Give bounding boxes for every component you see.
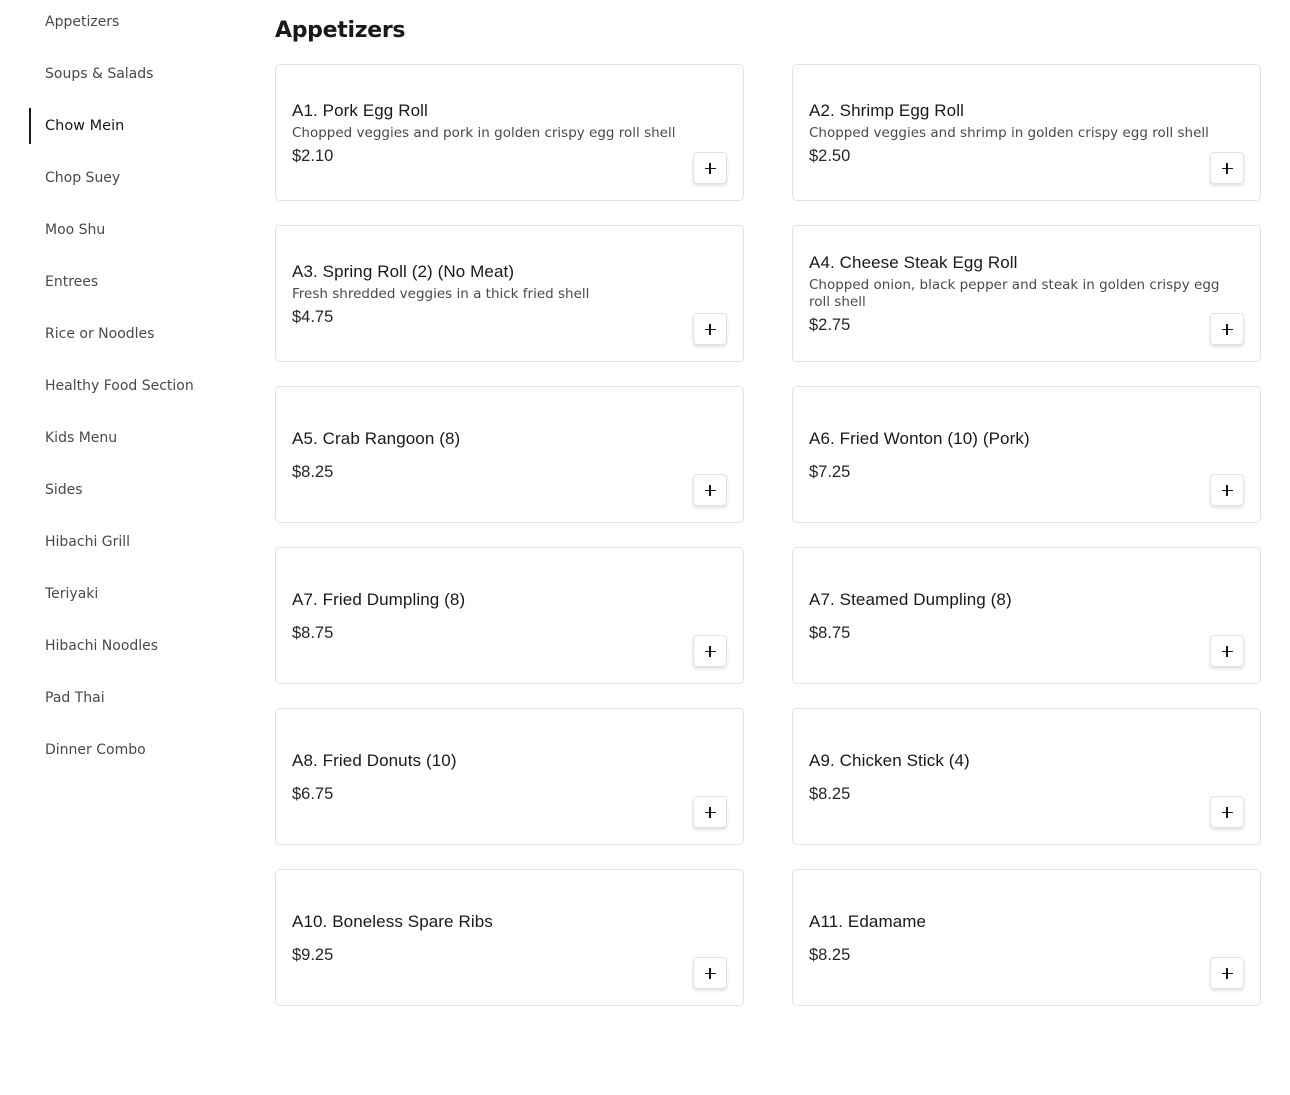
menu-item-price: $6.75 <box>292 784 334 803</box>
plus-icon <box>704 967 716 979</box>
menu-item-price: $8.75 <box>292 623 334 642</box>
menu-item-name: A11. Edamame <box>809 911 927 931</box>
add-to-cart-button[interactable] <box>693 152 727 184</box>
add-to-cart-button[interactable] <box>1210 152 1244 184</box>
sidebar-item-hibachi-grill[interactable]: Hibachi Grill <box>29 524 249 560</box>
menu-item-price: $2.75 <box>809 316 851 334</box>
add-to-cart-button[interactable] <box>693 796 727 828</box>
add-to-cart-button[interactable] <box>693 474 727 506</box>
sidebar-item-chop-suey[interactable]: Chop Suey <box>29 160 249 196</box>
menu-item-name: A6. Fried Wonton (10) (Pork) <box>809 428 1030 448</box>
menu-item-price: $8.25 <box>809 945 851 964</box>
add-to-cart-button[interactable] <box>1210 796 1244 828</box>
add-to-cart-button[interactable] <box>693 313 727 345</box>
menu-item-description: Chopped veggies and shrimp in golden cri… <box>809 124 1209 141</box>
menu-item-name: A2. Shrimp Egg Roll <box>809 100 964 120</box>
menu-item-body: A1. Pork Egg Roll Chopped veggies and por… <box>292 65 703 200</box>
sidebar-item-entrees[interactable]: Entrees <box>29 264 249 300</box>
sidebar-item-healthy-food-section[interactable]: Healthy Food Section <box>29 368 249 404</box>
menu-item-body: A10. Boneless Spare Ribs $9.25 <box>292 870 703 1005</box>
menu-item-description: Fresh shredded veggies in a thick fried … <box>292 285 590 302</box>
menu-item-card[interactable]: A7. Fried Dumpling (8) $8.75 <box>275 547 744 684</box>
menu-item-card[interactable]: A7. Steamed Dumpling (8) $8.75 <box>792 547 1261 684</box>
menu-page: Appetizers Soups & Salads Chow Mein Chop Su… <box>0 0 1290 1095</box>
section-title: Appetizers <box>275 18 406 43</box>
add-to-cart-button[interactable] <box>1210 474 1244 506</box>
menu-item-body: A11. Edamame $8.25 <box>809 870 1220 1005</box>
menu-item-description: Chopped veggies and pork in golden crisp… <box>292 124 676 141</box>
add-to-cart-button[interactable] <box>693 957 727 989</box>
menu-item-card[interactable]: A10. Boneless Spare Ribs $9.25 <box>275 869 744 1006</box>
menu-item-body: A2. Shrimp Egg Roll Chopped veggies and s… <box>809 65 1220 200</box>
menu-item-card[interactable]: A4. Cheese Steak Egg Roll Chopped onion, … <box>792 225 1261 362</box>
menu-item-card[interactable]: A5. Crab Rangoon (8) $8.25 <box>275 386 744 523</box>
menu-item-name: A9. Chicken Stick (4) <box>809 750 970 770</box>
plus-icon <box>704 323 716 335</box>
sidebar-item-soups-salads[interactable]: Soups & Salads <box>29 56 249 92</box>
menu-item-card[interactable]: A6. Fried Wonton (10) (Pork) $7.25 <box>792 386 1261 523</box>
menu-item-grid: A1. Pork Egg Roll Chopped veggies and por… <box>275 64 1261 1006</box>
menu-item-body: A6. Fried Wonton (10) (Pork) $7.25 <box>809 387 1220 522</box>
plus-icon <box>704 162 716 174</box>
menu-item-price: $4.75 <box>292 307 334 326</box>
menu-item-name: A8. Fried Donuts (10) <box>292 750 457 770</box>
menu-item-card[interactable]: A1. Pork Egg Roll Chopped veggies and por… <box>275 64 744 201</box>
plus-icon <box>704 645 716 657</box>
sidebar-item-dinner-combo[interactable]: Dinner Combo <box>29 732 249 768</box>
add-to-cart-button[interactable] <box>693 635 727 667</box>
sidebar-item-sides[interactable]: Sides <box>29 472 249 508</box>
plus-icon <box>1221 323 1233 335</box>
category-sidebar: Appetizers Soups & Salads Chow Mein Chop Su… <box>29 0 249 784</box>
plus-icon <box>1221 967 1233 979</box>
menu-item-body: A8. Fried Donuts (10) $6.75 <box>292 709 703 844</box>
menu-item-body: A3. Spring Roll (2) (No Meat) Fresh shred… <box>292 226 703 361</box>
plus-icon <box>1221 162 1233 174</box>
sidebar-item-rice-or-noodles[interactable]: Rice or Noodles <box>29 316 249 352</box>
menu-item-description: Chopped onion, black pepper and steak in… <box>809 277 1220 310</box>
menu-item-price: $2.10 <box>292 146 334 165</box>
menu-item-body: A9. Chicken Stick (4) $8.25 <box>809 709 1220 844</box>
menu-item-card[interactable]: A11. Edamame $8.25 <box>792 869 1261 1006</box>
sidebar-item-appetizers[interactable]: Appetizers <box>29 4 249 40</box>
menu-item-price: $8.25 <box>809 784 851 803</box>
add-to-cart-button[interactable] <box>1210 313 1244 345</box>
sidebar-item-teriyaki[interactable]: Teriyaki <box>29 576 249 612</box>
sidebar-item-hibachi-noodles[interactable]: Hibachi Noodles <box>29 628 249 664</box>
menu-item-body: A7. Steamed Dumpling (8) $8.75 <box>809 548 1220 683</box>
menu-item-body: A7. Fried Dumpling (8) $8.75 <box>292 548 703 683</box>
sidebar-item-kids-menu[interactable]: Kids Menu <box>29 420 249 456</box>
menu-item-price: $8.25 <box>292 462 334 481</box>
menu-item-name: A7. Fried Dumpling (8) <box>292 589 466 609</box>
menu-item-body: A5. Crab Rangoon (8) $8.25 <box>292 387 703 522</box>
sidebar-item-pad-thai[interactable]: Pad Thai <box>29 680 249 716</box>
menu-item-card[interactable]: A9. Chicken Stick (4) $8.25 <box>792 708 1261 845</box>
plus-icon <box>1221 806 1233 818</box>
menu-content: Appetizers A1. Pork Egg Roll Chopped vegg… <box>275 0 1261 1006</box>
menu-item-name: A5. Crab Rangoon (8) <box>292 428 461 448</box>
plus-icon <box>1221 484 1233 496</box>
menu-item-price: $2.50 <box>809 146 851 165</box>
plus-icon <box>1221 645 1233 657</box>
add-to-cart-button[interactable] <box>1210 957 1244 989</box>
menu-item-card[interactable]: A8. Fried Donuts (10) $6.75 <box>275 708 744 845</box>
menu-item-name: A10. Boneless Spare Ribs <box>292 911 493 931</box>
menu-item-card[interactable]: A2. Shrimp Egg Roll Chopped veggies and s… <box>792 64 1261 201</box>
menu-item-name: A7. Steamed Dumpling (8) <box>809 589 1012 609</box>
sidebar-item-moo-shu[interactable]: Moo Shu <box>29 212 249 248</box>
menu-item-name: A3. Spring Roll (2) (No Meat) <box>292 261 515 281</box>
menu-item-name: A4. Cheese Steak Egg Roll <box>809 253 1018 272</box>
menu-item-price: $7.25 <box>809 462 851 481</box>
plus-icon <box>704 806 716 818</box>
menu-item-card[interactable]: A3. Spring Roll (2) (No Meat) Fresh shred… <box>275 225 744 362</box>
plus-icon <box>704 484 716 496</box>
menu-item-name: A1. Pork Egg Roll <box>292 100 428 120</box>
menu-item-price: $8.75 <box>809 623 851 642</box>
sidebar-item-chow-mein[interactable]: Chow Mein <box>29 108 249 144</box>
menu-item-body: A4. Cheese Steak Egg Roll Chopped onion, … <box>809 226 1220 361</box>
add-to-cart-button[interactable] <box>1210 635 1244 667</box>
menu-item-price: $9.25 <box>292 945 334 964</box>
